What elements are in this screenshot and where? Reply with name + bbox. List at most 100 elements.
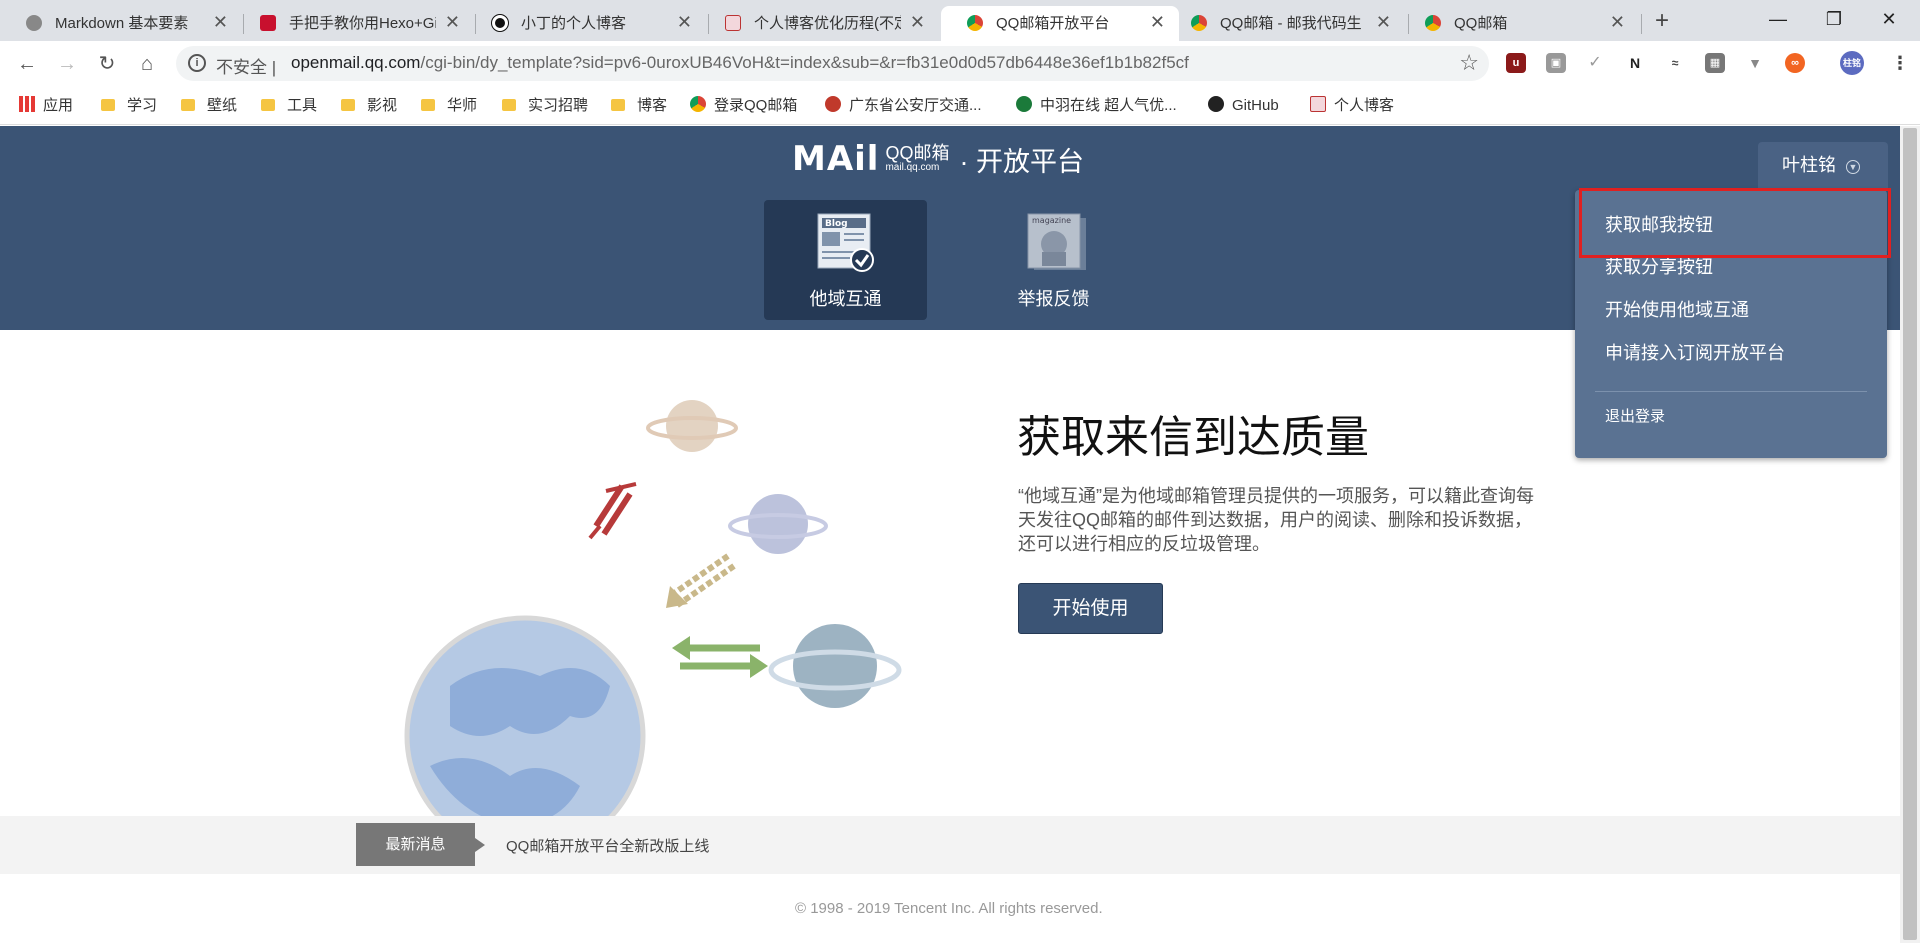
nav-tile-label: 他域互通 [809,289,882,309]
chrome-icon [1191,15,1207,31]
nimbus-icon[interactable]: N [1625,53,1645,73]
nav-tile-label: 举报反馈 [1017,289,1090,309]
page-viewport: MAil QQ邮箱 mail.qq.com · 开放平台 Blog 他域互通 m… [0,126,1900,943]
chrome-icon [1425,15,1441,31]
scrollbar-thumb[interactable] [1903,128,1917,940]
close-tab-icon[interactable]: ✕ [1150,12,1165,32]
site-logo[interactable]: MAil QQ邮箱 mail.qq.com · 开放平台 [792,139,1084,179]
translate-icon[interactable]: ≈ [1665,53,1685,73]
menu-item-logout[interactable]: 退出登录 [1605,406,1665,428]
forward-button[interactable]: → [53,50,81,78]
copyright-text: © 1998 - 2019 Tencent Inc. All rights re… [795,900,1103,917]
news-badge: 最新消息 [356,823,485,866]
chrome-icon [690,96,706,112]
minimize-button[interactable]: — [1755,4,1801,34]
check-icon[interactable]: ✓ [1585,53,1605,73]
browser-tab[interactable]: QQ邮箱 ✕ [1399,6,1639,41]
browser-tab[interactable]: 个人博客优化历程(不定 ✕ [699,6,939,41]
close-tab-icon[interactable]: ✕ [1610,12,1625,32]
logo-mail: MAil [792,139,880,179]
badge-icon [825,96,841,112]
svg-text:magazine: magazine [1032,216,1071,225]
page-headline: 获取来信到达质量 [1017,413,1369,462]
bookmark-apps[interactable]: 应用 [19,96,73,116]
news-link[interactable]: QQ邮箱开放平台全新改版上线 [506,835,709,856]
bookmark-folder[interactable]: 学习 [101,96,157,116]
logo-qq: QQ邮箱 mail.qq.com [885,143,950,173]
bookmark-qq-mail[interactable]: 登录QQ邮箱 [690,96,797,116]
tab-title: QQ邮箱 [1454,15,1508,32]
browser-tab-active[interactable]: QQ邮箱开放平台 ✕ [941,6,1179,41]
ublock-icon[interactable]: u [1506,53,1526,73]
blog-avatar-icon [491,14,509,32]
bookmarks-bar: 应用 学习 壁纸 工具 影视 华师 实习招聘 博客 登录QQ邮箱 广东省公安厅交… [0,88,1920,125]
folder-icon [341,99,355,111]
nav-tile-cross-domain[interactable]: Blog 他域互通 [764,200,927,320]
browser-tab[interactable]: 手把手教你用Hexo+Gi ✕ [234,6,474,41]
close-tab-icon[interactable]: ✕ [1376,12,1391,32]
globe-icon [26,15,42,31]
folder-icon [421,99,435,111]
close-window-button[interactable]: ✕ [1866,4,1912,34]
vue-icon[interactable]: ▼ [1745,53,1765,73]
folder-icon [261,99,275,111]
qr-icon[interactable]: ▦ [1705,53,1725,73]
bookmark-folder[interactable]: 华师 [421,96,477,116]
chevron-down-icon: ▼ [1846,160,1860,174]
bookmark-folder[interactable]: 影视 [341,96,397,116]
bookmark-github[interactable]: GitHub [1208,96,1279,116]
tab-title: QQ邮箱开放平台 [996,15,1110,32]
bookmark-traffic[interactable]: 广东省公安厅交通... [825,96,982,116]
magazine-icon: magazine [1024,210,1086,272]
folder-icon [502,99,516,111]
bookmark-folder[interactable]: 实习招聘 [502,96,588,116]
nav-tile-report[interactable]: magazine 举报反馈 [972,200,1135,320]
tab-separator [1641,14,1642,34]
svg-text:Blog: Blog [825,219,848,229]
user-menu-button[interactable]: 叶柱铭 ▼ [1758,142,1888,190]
close-tab-icon[interactable]: ✕ [677,12,692,32]
menu-item-get-share-button[interactable]: 获取分享按钮 [1605,256,1713,278]
close-tab-icon[interactable]: ✕ [910,12,925,32]
github-icon [1208,96,1224,112]
b-icon [1016,96,1032,112]
mail-icon [1310,96,1326,112]
logo-platform: · 开放平台 [959,146,1084,177]
tab-title: 小丁的个人博客 [521,15,627,32]
bookmark-star-icon[interactable]: ☆ [1459,50,1479,76]
bookmark-folder[interactable]: 壁纸 [181,96,237,116]
back-button[interactable]: ← [13,50,41,78]
close-tab-icon[interactable]: ✕ [445,12,460,32]
user-name: 叶柱铭 [1782,155,1836,175]
csdn-icon [260,15,276,31]
menu-icon[interactable]: ⋮ [1890,53,1910,73]
chrome-icon [967,15,983,31]
close-tab-icon[interactable]: ✕ [213,12,228,32]
start-button[interactable]: 开始使用 [1018,583,1163,634]
bookmark-badminton[interactable]: 中羽在线 超人气优... [1016,96,1177,116]
browser-tab[interactable]: QQ邮箱 - 邮我代码生 ✕ [1165,6,1405,41]
reload-button[interactable]: ↻ [93,50,121,78]
page-description: “他域互通”是为他域邮箱管理员提供的一项服务，可以籍此查询每天发往QQ邮箱的邮件… [1018,486,1534,554]
browser-tab-strip: Markdown 基本要素 ✕ 手把手教你用Hexo+Gi ✕ 小丁的个人博客 … [0,0,1920,41]
extension-icon[interactable]: ▣ [1546,53,1566,73]
profile-avatar[interactable]: 柱铭 [1840,51,1864,75]
info-icon[interactable]: i [188,54,206,72]
menu-item-apply-subscription[interactable]: 申请接入订阅开放平台 [1605,342,1785,364]
news-bar: 最新消息 QQ邮箱开放平台全新改版上线 [0,816,1900,874]
blog-icon: Blog [816,210,874,272]
highlight-annotation-box [1579,188,1891,258]
url-path: /cgi-bin/dy_template?sid=pv6-0uroxUB46Vo… [420,53,1189,72]
new-tab-button[interactable]: + [1655,6,1669,36]
infinity-icon[interactable]: ∞ [1785,53,1805,73]
security-label: 不安全 | [216,58,277,77]
bookmark-folder[interactable]: 博客 [611,96,667,116]
maximize-button[interactable]: ❐ [1811,4,1857,34]
menu-item-start-cross-domain[interactable]: 开始使用他域互通 [1605,299,1749,321]
home-button[interactable]: ⌂ [133,50,161,78]
browser-tab[interactable]: 小丁的个人博客 ✕ [466,6,706,41]
address-bar[interactable]: i 不安全 | openmail.qq.com/cgi-bin/dy_templ… [176,46,1489,81]
browser-tab[interactable]: Markdown 基本要素 ✕ [0,6,242,41]
bookmark-folder[interactable]: 工具 [261,96,317,116]
bookmark-blog[interactable]: 个人博客 [1310,96,1394,116]
